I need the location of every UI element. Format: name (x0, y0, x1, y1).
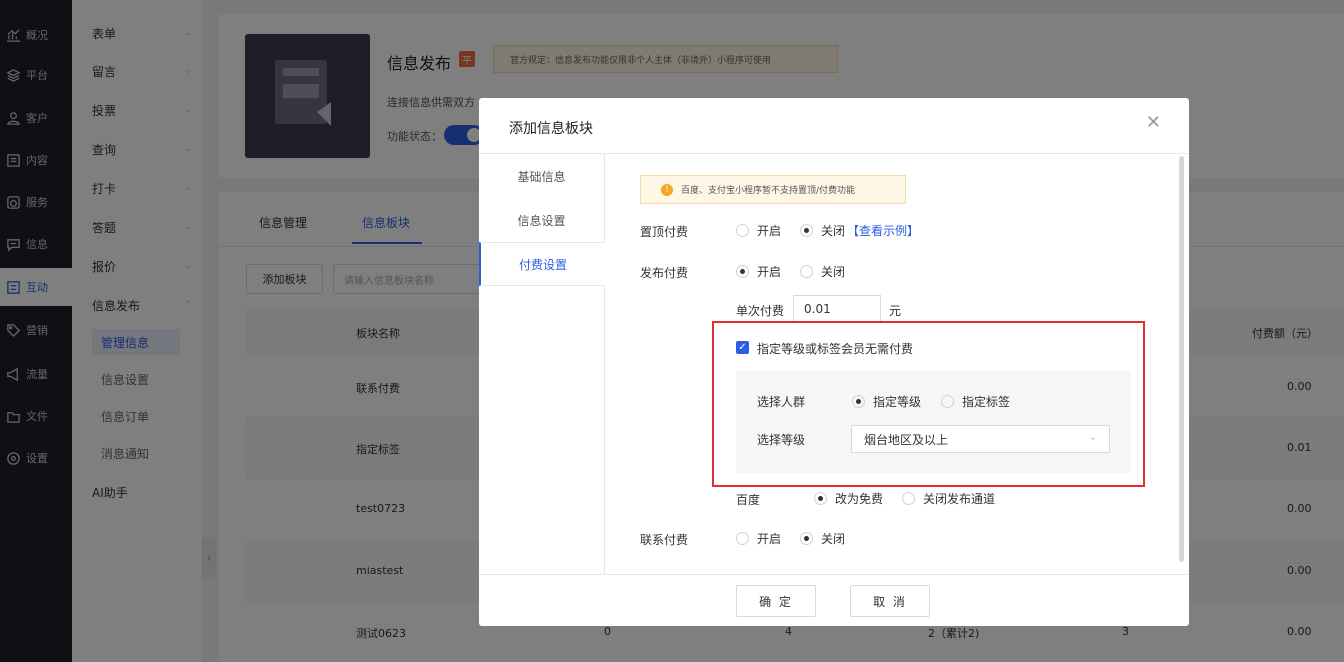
publish-fee-on-radio[interactable]: 开启 (736, 263, 781, 280)
cancel-button[interactable]: 取 消 (850, 585, 930, 617)
dialog-tab-info-settings[interactable]: 信息设置 (479, 198, 604, 242)
dialog-tab-basic[interactable]: 基础信息 (479, 154, 604, 198)
highlight-box (712, 321, 1145, 487)
baidu-free-radio[interactable]: 改为免费 (814, 490, 883, 507)
pin-fee-label: 置顶付费 (640, 225, 689, 239)
close-icon[interactable]: ✕ (1146, 112, 1161, 133)
dialog-footer-divider (479, 574, 1189, 575)
payment-notice: ! 百度、支付宝小程序暂不支持置顶/付费功能 (640, 175, 906, 204)
single-fee-input[interactable]: 0.01 (793, 295, 881, 323)
baidu-label: 百度 (736, 493, 761, 507)
warning-icon: ! (661, 183, 673, 196)
publish-fee-off-radio[interactable]: 关闭 (800, 263, 845, 280)
publish-fee-label: 发布付费 (640, 266, 689, 280)
contact-fee-off-radio[interactable]: 关闭 (800, 530, 845, 547)
pin-fee-on-radio[interactable]: 开启 (736, 222, 781, 239)
view-example-link[interactable]: 【查看示例】 (847, 222, 919, 239)
fee-unit: 元 (889, 304, 902, 318)
dialog-side-divider (604, 154, 605, 574)
confirm-button[interactable]: 确 定 (736, 585, 816, 617)
dialog-tab-payment[interactable]: 付费设置 (479, 242, 605, 286)
dialog-scrollbar[interactable] (1179, 156, 1184, 562)
contact-fee-label: 联系付费 (640, 533, 689, 547)
pin-fee-off-radio[interactable]: 关闭 【查看示例】 (800, 222, 919, 239)
dialog-title: 添加信息板块 (509, 121, 593, 137)
baidu-close-radio[interactable]: 关闭发布通道 (902, 490, 995, 507)
contact-fee-on-radio[interactable]: 开启 (736, 530, 781, 547)
single-fee-label: 单次付费 (736, 304, 785, 318)
